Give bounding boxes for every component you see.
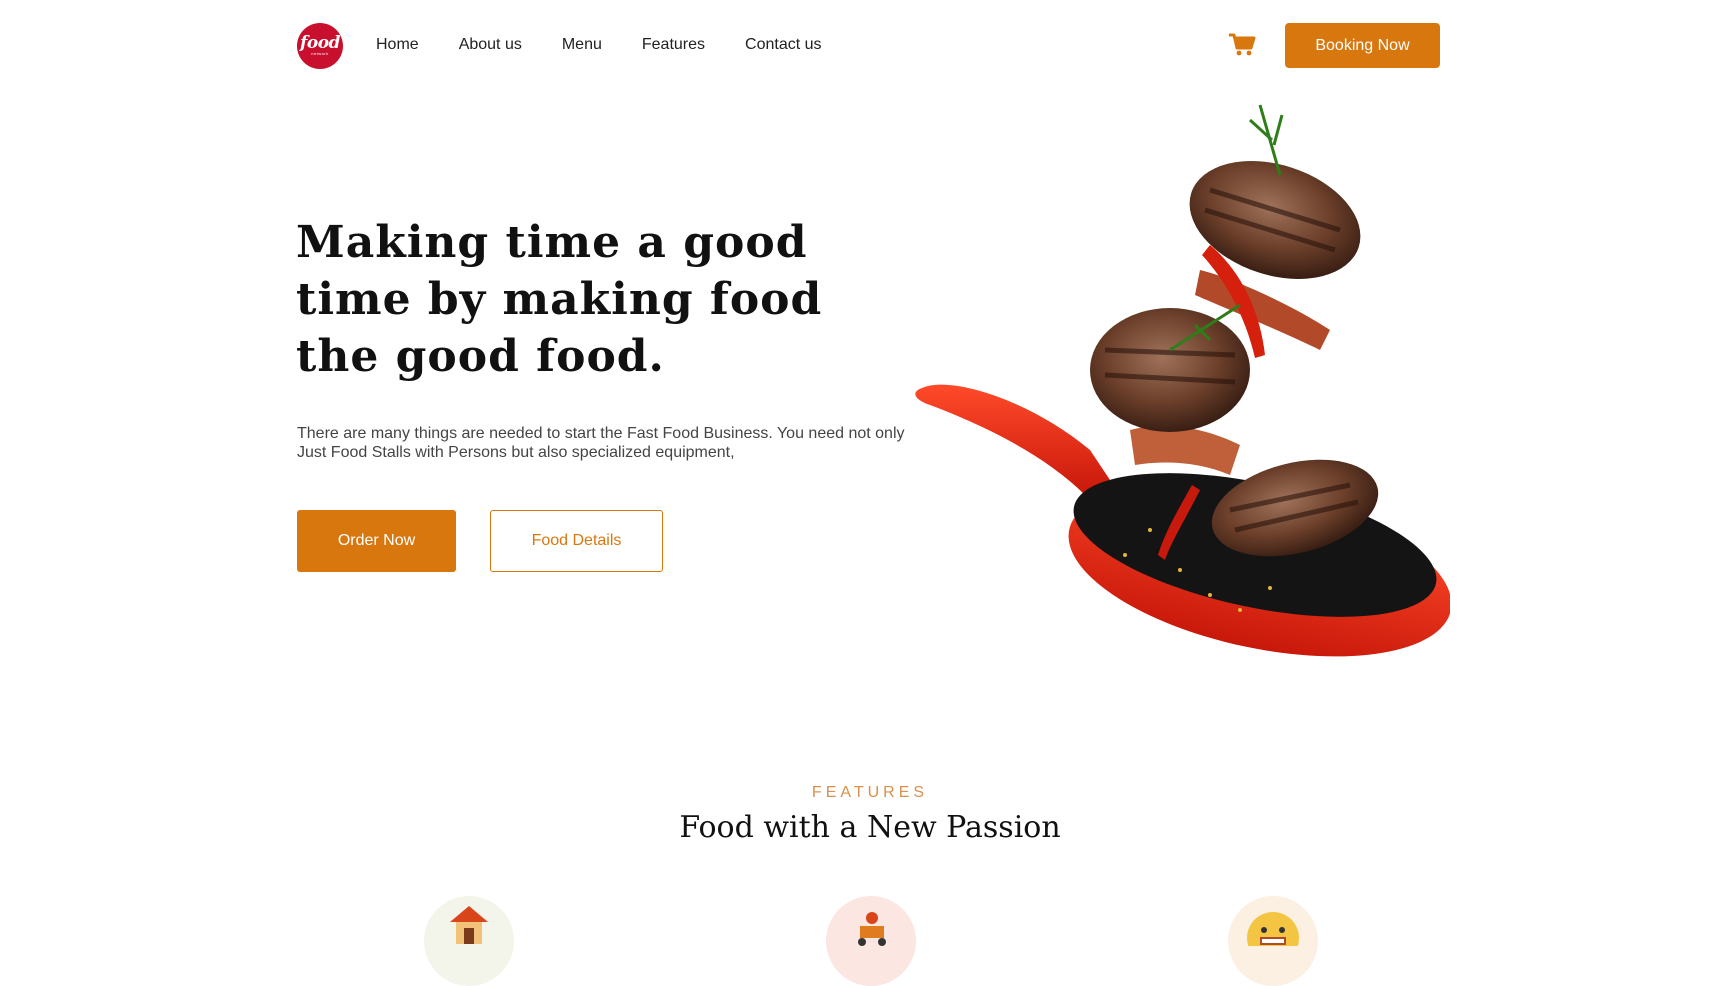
main-nav: Home About us Menu Features Contact us [376,35,862,55]
delivery-scooter-icon [826,896,916,986]
features-eyebrow: FEATURES [811,784,929,801]
smiley-face-icon [1228,896,1318,986]
booking-now-button[interactable]: Booking Now [1285,23,1440,68]
nav-about-us[interactable]: About us [459,35,522,55]
features-title: Food with a New Passion [679,810,1061,845]
order-now-button[interactable]: Order Now [297,510,456,572]
logo-subtext: network [311,51,329,56]
brand-logo[interactable]: food network [297,23,343,69]
food-details-button[interactable]: Food Details [490,510,663,572]
logo-text: food [300,33,340,53]
nav-contact-us[interactable]: Contact us [745,35,821,55]
nav-home[interactable]: Home [376,35,419,55]
hero-food-image [915,104,1450,657]
house-icon [424,896,514,986]
nav-features[interactable]: Features [642,35,705,55]
shopping-cart-icon[interactable] [1228,33,1256,57]
hero-title: Making time a good time by making food t… [296,217,823,382]
hero-description: There are many things are needed to star… [297,425,905,461]
nav-menu[interactable]: Menu [562,35,602,55]
